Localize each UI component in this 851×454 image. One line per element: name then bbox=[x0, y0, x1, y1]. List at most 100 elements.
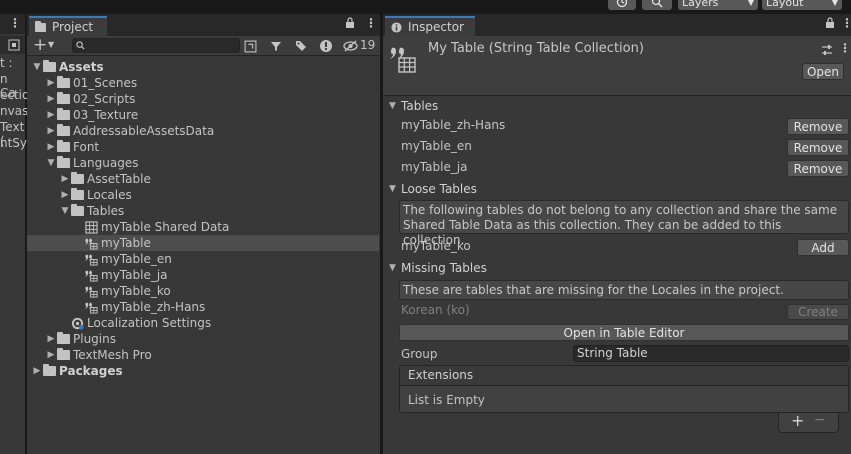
lock-view-icon[interactable] bbox=[8, 39, 20, 51]
hidden-packages-count: 19 bbox=[360, 38, 376, 52]
loose-tables-header: Loose Tables bbox=[401, 182, 477, 196]
tree-item[interactable]: ▶ 02_Scripts bbox=[27, 91, 379, 107]
hierarchy-item[interactable]: nvas bbox=[0, 104, 28, 118]
extensions-header: Extensions bbox=[400, 366, 848, 386]
table-name: myTable_ja bbox=[401, 160, 468, 174]
tree-item[interactable]: ▶ TextMesh Pro bbox=[27, 347, 379, 363]
remove-table-button[interactable]: Remove bbox=[787, 160, 849, 177]
shared-data-icon bbox=[85, 220, 98, 234]
expanded-arrow-icon[interactable]: ▼ bbox=[31, 62, 43, 72]
group-field[interactable]: String Table bbox=[573, 345, 849, 362]
collapsed-arrow-icon[interactable]: ▶ bbox=[45, 350, 57, 360]
folder-icon bbox=[71, 172, 84, 184]
tab-inspector-label: Inspector bbox=[408, 20, 464, 34]
folder-icon bbox=[57, 332, 70, 344]
chevron-down-icon[interactable]: ▼ bbox=[48, 40, 54, 49]
tree-item[interactable]: ▼ Languages bbox=[27, 155, 379, 171]
presets-icon[interactable] bbox=[821, 44, 833, 56]
search-icon[interactable] bbox=[642, 0, 672, 10]
remove-extension-button[interactable]: − bbox=[814, 412, 826, 428]
tree-item-label: Assets bbox=[59, 60, 104, 74]
tree-item-label: myTable Shared Data bbox=[101, 220, 230, 234]
collapsed-arrow-icon[interactable]: ▶ bbox=[45, 110, 57, 120]
tree-item-label: myTable_ja bbox=[101, 268, 168, 282]
lock-icon[interactable] bbox=[345, 17, 355, 32]
folder-icon bbox=[35, 20, 46, 32]
inspector-header: My Table (String Table Collection) ⋮ Ope… bbox=[383, 36, 851, 96]
hierarchy-item[interactable]: ntSy bbox=[0, 136, 27, 150]
add-asset-button[interactable]: + bbox=[33, 35, 47, 55]
remove-table-button[interactable]: Remove bbox=[787, 118, 849, 135]
tree-item[interactable]: ▶ 01_Scenes bbox=[27, 75, 379, 91]
filter-by-type-icon[interactable] bbox=[270, 40, 282, 52]
collapsed-arrow-icon[interactable]: ▶ bbox=[45, 334, 57, 344]
layers-dropdown[interactable]: Layers ▼ bbox=[678, 0, 758, 10]
more-menu-icon[interactable]: ⋮ bbox=[9, 16, 21, 30]
localization-settings-icon bbox=[71, 317, 84, 330]
expanded-arrow-icon[interactable]: ▼ bbox=[45, 158, 57, 168]
tree-item[interactable]: ▼ Assets bbox=[27, 59, 379, 75]
hidden-packages-icon[interactable] bbox=[343, 40, 358, 52]
tree-item[interactable]: ▶ AddressableAssetsData bbox=[27, 123, 379, 139]
tree-item[interactable]: ▶ Packages bbox=[27, 363, 379, 379]
tree-item[interactable]: ▼ Tables bbox=[27, 203, 379, 219]
tree-item[interactable]: myTable_zh-Hans bbox=[27, 299, 379, 315]
tree-item-label: 01_Scenes bbox=[73, 76, 138, 90]
tree-item[interactable]: ▶ Locales bbox=[27, 187, 379, 203]
hierarchy-item[interactable]: ectio bbox=[0, 88, 29, 102]
open-in-table-editor-button[interactable]: Open in Table Editor bbox=[399, 324, 849, 341]
component-menu-icon[interactable]: ⋮ bbox=[839, 41, 851, 55]
create-table-button[interactable]: Create bbox=[787, 304, 849, 320]
tree-item[interactable]: ▶ AssetTable bbox=[27, 171, 379, 187]
tables-foldout[interactable]: ▼ Tables bbox=[389, 99, 438, 113]
collapsed-arrow-icon[interactable]: ▶ bbox=[45, 94, 57, 104]
loose-tables-foldout[interactable]: ▼ Loose Tables bbox=[389, 182, 477, 196]
collapsed-arrow-icon[interactable]: ▶ bbox=[59, 190, 71, 200]
more-menu-icon[interactable]: ⋮ bbox=[841, 16, 851, 30]
tree-item[interactable]: myTable_ko bbox=[27, 283, 379, 299]
tree-item[interactable]: ▶ Font bbox=[27, 139, 379, 155]
collapsed-arrow-icon[interactable]: ▶ bbox=[45, 78, 57, 88]
string-table-icon bbox=[85, 238, 98, 250]
tree-item-label: myTable_zh-Hans bbox=[101, 300, 206, 314]
warning-filter-icon[interactable] bbox=[319, 39, 333, 53]
folder-icon bbox=[57, 124, 70, 136]
missing-locale-name: Korean (ko) bbox=[401, 303, 470, 317]
folder-icon bbox=[57, 76, 70, 88]
label-tag-icon[interactable] bbox=[295, 40, 307, 52]
tree-item-label: AddressableAssetsData bbox=[73, 124, 215, 138]
missing-tables-help: These are tables that are missing for th… bbox=[399, 280, 849, 300]
missing-tables-foldout[interactable]: ▼ Missing Tables bbox=[389, 261, 487, 275]
tree-item[interactable]: myTable_en bbox=[27, 251, 379, 267]
hierarchy-item[interactable]: t : bbox=[0, 56, 13, 70]
tree-item-label: myTable_ko bbox=[101, 284, 171, 298]
tab-project[interactable]: Project bbox=[29, 16, 107, 36]
tree-item[interactable]: ▶ 03_Texture bbox=[27, 107, 379, 123]
tree-item[interactable]: Localization Settings bbox=[27, 315, 379, 331]
project-tree: ▼ Assets ▶ 01_Scenes ▶ 02_Scripts ▶ 03_Texture ▶… bbox=[27, 59, 380, 449]
history-icon[interactable] bbox=[608, 0, 636, 10]
foldout-arrow-icon: ▼ bbox=[389, 263, 396, 273]
add-table-button[interactable]: Add bbox=[797, 239, 849, 256]
tree-item[interactable]: myTable Shared Data bbox=[27, 219, 379, 235]
lock-icon[interactable] bbox=[825, 17, 835, 32]
inspector-tabstrip: Inspector ⋮ bbox=[383, 14, 851, 36]
open-button[interactable]: Open bbox=[802, 63, 844, 80]
expanded-arrow-icon[interactable]: ▼ bbox=[59, 206, 71, 216]
collapsed-arrow-icon[interactable]: ▶ bbox=[45, 142, 57, 152]
tab-inspector[interactable]: Inspector bbox=[385, 16, 475, 36]
inspector-panel: Inspector ⋮ My Table (String Table Colle… bbox=[383, 14, 851, 454]
tree-item[interactable]: myTable_ja bbox=[27, 267, 379, 283]
more-menu-icon[interactable]: ⋮ bbox=[365, 16, 377, 30]
search-by-type-icon[interactable] bbox=[244, 40, 257, 53]
remove-table-button[interactable]: Remove bbox=[787, 139, 849, 156]
collapsed-arrow-icon[interactable]: ▶ bbox=[59, 174, 71, 184]
collapsed-arrow-icon[interactable]: ▶ bbox=[31, 366, 43, 376]
collapsed-arrow-icon[interactable]: ▶ bbox=[45, 126, 57, 136]
search-input[interactable] bbox=[72, 38, 240, 53]
tree-item[interactable]: ▶ Plugins bbox=[27, 331, 379, 347]
tree-item[interactable]: myTable bbox=[27, 235, 379, 251]
foldout-arrow-icon: ▼ bbox=[389, 101, 396, 111]
layout-dropdown[interactable]: Layout ▼ bbox=[762, 0, 842, 10]
add-extension-button[interactable]: + bbox=[791, 411, 804, 430]
